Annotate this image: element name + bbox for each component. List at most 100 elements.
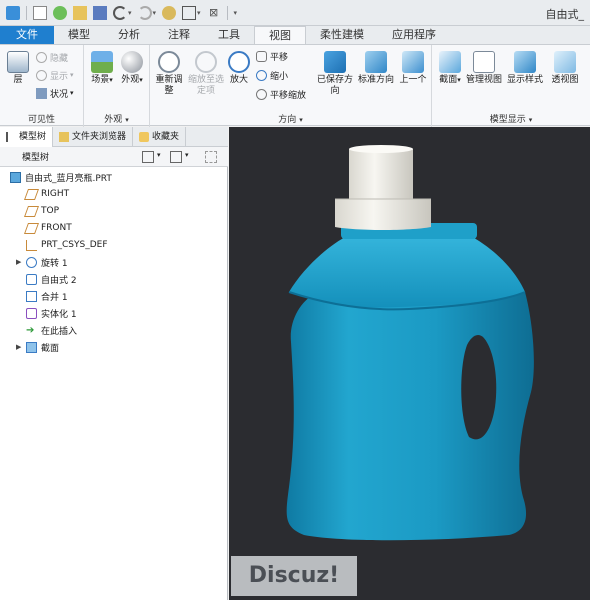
watermark: Discuz! — [231, 556, 357, 596]
tree-item-revolve[interactable]: ▶ 旋转 1 — [16, 254, 68, 270]
tree-item-front[interactable]: FRONT — [23, 220, 72, 236]
tab-model-tree[interactable]: 模型树 — [0, 127, 54, 147]
model-tree: 自由式_蓝月亮瓶.PRT RIGHT TOP FRONT PRT_CSYS_DE… — [0, 167, 228, 600]
tab-view[interactable]: 视图 — [254, 26, 306, 44]
expand-arrow-icon[interactable]: ▶ — [16, 258, 21, 266]
section-button[interactable]: 截面▾ — [436, 51, 464, 86]
scene-button[interactable]: 场景▾ — [88, 51, 116, 86]
perspective-icon — [554, 51, 576, 73]
chevron-down-icon[interactable]: ▾ — [157, 151, 161, 159]
model-display-group-label: 模型显示 ▾ — [489, 115, 533, 125]
close-window-icon[interactable]: ⊠ — [207, 6, 221, 20]
customize-caret-icon[interactable]: ▾ — [234, 9, 238, 17]
open-folder-icon[interactable] — [73, 5, 87, 20]
pan-zoom-icon — [256, 88, 267, 100]
orientation-group: 重新调整 缩放至选定项 放大 平移 缩小 平移缩放 已保存方向 标准方向 上一个… — [150, 45, 432, 127]
standard-orientation-icon — [365, 51, 387, 73]
previous-orientation-button[interactable]: 上一个 — [398, 51, 428, 86]
open-session-icon[interactable] — [53, 5, 67, 20]
zoom-out-icon — [256, 69, 267, 81]
chevron-down-icon: ▾ — [139, 76, 143, 84]
show-icon[interactable] — [170, 151, 182, 163]
ribbon-tabs: 文件 模型 分析 注释 工具 视图 柔性建模 应用程序 — [0, 26, 590, 44]
tree-settings-icon[interactable] — [142, 151, 154, 163]
expand-arrow-icon[interactable]: ▶ — [16, 343, 21, 351]
layer-button[interactable]: 层 — [4, 51, 32, 86]
regenerate-icon[interactable] — [162, 5, 177, 20]
model-display-group: 截面▾ 管理视图 显示样式 透视图 模型显示 ▾ — [432, 45, 590, 127]
hide-icon — [36, 51, 47, 63]
tab-file[interactable]: 文件 — [0, 26, 54, 44]
tree-item-csys[interactable]: PRT_CSYS_DEF — [26, 237, 108, 253]
appearance-button[interactable]: 外观▾ — [118, 51, 146, 86]
separator — [226, 5, 228, 20]
tree-item-solidify[interactable]: 实体化 1 — [26, 305, 77, 321]
status-button[interactable]: 状况 ▾ — [36, 85, 74, 101]
standard-orientation-button[interactable]: 标准方向 — [356, 51, 396, 86]
visibility-group: 层 隐藏 显示 ▾ 状况 ▾ 可见性 — [0, 45, 84, 127]
bottle-model[interactable] — [229, 127, 590, 600]
tree-item-merge[interactable]: 合并 1 — [26, 288, 68, 304]
tab-folder-browser[interactable]: 文件夹浏览器 — [53, 127, 134, 147]
tab-applications[interactable]: 应用程序 — [378, 26, 450, 44]
window-title: 自由式_ — [545, 8, 585, 21]
show-icon — [36, 69, 47, 81]
model-tree-title: 模型树 — [22, 153, 50, 163]
pan-button[interactable]: 平移 — [256, 48, 288, 64]
tree-item-insert-here[interactable]: ➔ 在此插入 — [26, 322, 77, 338]
redo-caret-icon[interactable]: ▾ — [153, 9, 157, 17]
chevron-down-icon[interactable]: ▾ — [185, 151, 189, 159]
hide-button[interactable]: 隐藏 — [36, 49, 68, 65]
graphics-viewport[interactable] — [229, 127, 590, 600]
tab-flexible-modeling[interactable]: 柔性建模 — [306, 26, 378, 44]
save-icon[interactable] — [93, 5, 107, 20]
redo-icon[interactable] — [137, 5, 152, 20]
tab-analysis[interactable]: 分析 — [104, 26, 154, 44]
freestyle-icon — [26, 273, 37, 285]
ribbon: 层 隐藏 显示 ▾ 状况 ▾ 可见性 场景▾ 外观▾ 外观 ▾ 重新调整 缩放至… — [0, 44, 590, 127]
display-style-button[interactable]: 显示样式 — [506, 51, 544, 86]
zoom-to-selected-button[interactable]: 缩放至选定项 — [186, 51, 226, 97]
zoom-out-button[interactable]: 缩小 — [256, 67, 288, 83]
cap-top — [349, 149, 413, 199]
undo-icon[interactable] — [113, 5, 127, 20]
tree-item-right[interactable]: RIGHT — [23, 186, 69, 202]
zoom-in-button[interactable]: 放大 — [228, 51, 250, 86]
tab-favorites[interactable]: 收藏夹 — [133, 127, 187, 147]
tree-item-freestyle[interactable]: 自由式 2 — [26, 271, 77, 287]
tab-tools[interactable]: 工具 — [204, 26, 254, 44]
visibility-group-label: 可见性 — [27, 115, 55, 125]
display-style-icon — [514, 51, 536, 73]
perspective-button[interactable]: 透视图 — [546, 51, 584, 86]
manage-views-button[interactable]: 管理视图 — [466, 51, 502, 86]
model-tree-header: 模型树 ▾ ▾ — [0, 147, 228, 167]
scene-icon — [91, 51, 113, 73]
tree-item-sections[interactable]: ▶ 截面 — [16, 339, 59, 355]
tab-annotate[interactable]: 注释 — [154, 26, 204, 44]
pan-zoom-button[interactable]: 平移缩放 — [256, 86, 306, 102]
tab-model[interactable]: 模型 — [54, 26, 104, 44]
undo-caret-icon[interactable]: ▾ — [128, 9, 132, 17]
manage-views-icon — [473, 51, 495, 73]
show-button[interactable]: 显示 ▾ — [36, 67, 74, 83]
refit-button[interactable]: 重新调整 — [152, 51, 186, 97]
separator — [26, 5, 27, 20]
previous-orientation-icon — [402, 51, 424, 73]
saved-orientations-icon — [324, 51, 346, 73]
new-file-icon[interactable] — [33, 5, 47, 20]
windows-icon[interactable] — [182, 5, 197, 20]
cap-ring — [335, 199, 431, 230]
layer-label: 层 — [13, 75, 23, 85]
app-icon[interactable] — [6, 5, 20, 20]
saved-orientations-button[interactable]: 已保存方向 — [316, 51, 354, 97]
chevron-down-icon: ▾ — [109, 76, 113, 84]
status-icon — [36, 87, 47, 99]
chevron-down-icon: ▾ — [70, 89, 74, 97]
tree-filter-icon[interactable] — [205, 151, 217, 163]
tree-item-top[interactable]: TOP — [23, 203, 59, 219]
tree-root-part[interactable]: 自由式_蓝月亮瓶.PRT — [10, 169, 112, 185]
windows-caret-icon[interactable]: ▾ — [197, 9, 201, 17]
section-folder-icon — [26, 341, 37, 353]
insert-arrow-icon: ➔ — [26, 324, 35, 336]
pan-hand-icon — [256, 50, 267, 62]
